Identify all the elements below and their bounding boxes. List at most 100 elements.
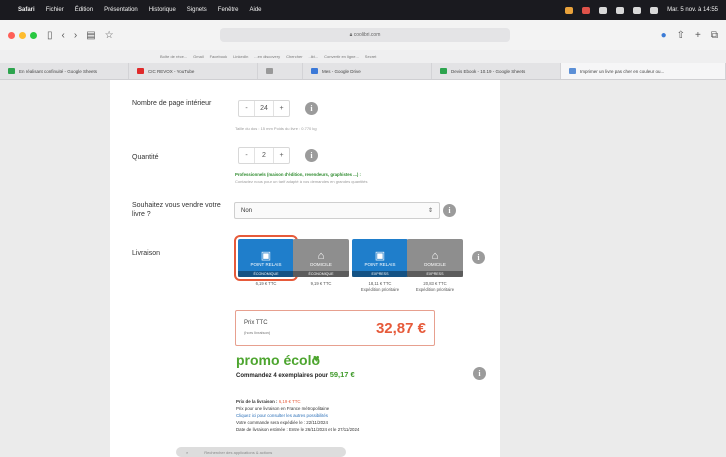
leaf-icon: ♥ (313, 353, 320, 365)
quantity-info-icon[interactable]: i (305, 149, 318, 162)
menu-aide[interactable]: Aide (249, 7, 261, 13)
pages-label: Nombre de page intérieur (132, 100, 212, 107)
menu-presentation[interactable]: Présentation (104, 7, 138, 13)
option-strip: EXPRESS (352, 271, 408, 277)
page-viewport: Nombre de page intérieur - 24 + i Taille… (0, 80, 726, 457)
favorite-link[interactable]: ...en discovery (254, 54, 280, 59)
ship-date: Votre commande sera expédiée le : 22/11/… (236, 420, 328, 425)
price-value: 32,87 € (375, 320, 426, 337)
pages-decrement-button[interactable]: - (239, 105, 254, 112)
favorite-link[interactable]: Facebook (210, 54, 228, 59)
favorite-link[interactable]: Gmail (193, 54, 203, 59)
wifi-icon[interactable] (633, 6, 642, 14)
sell-book-label: Souhaitez vous vendre votre livre ? (132, 202, 221, 218)
delivery-option-home-express[interactable]: ⌂ DOMICILE EXPRESS (407, 239, 463, 277)
delivery-price-value: 6,19 € TTC (278, 399, 301, 404)
promo-offer-amount: 59,17 € (329, 370, 355, 379)
battery-icon[interactable] (616, 6, 625, 14)
drive-icon (311, 68, 318, 74)
sheets-icon (440, 68, 447, 74)
select-arrows-icon: ⇕ (427, 208, 433, 214)
option-note: Expédition prioritaire (360, 287, 400, 292)
new-tab-icon[interactable]: + (695, 30, 701, 41)
window-controls (8, 31, 37, 39)
bookmark-star-icon[interactable]: ☆ (105, 30, 114, 41)
promo-offer: Commandez 4 exemplaires pour 59,17 € (236, 370, 355, 379)
favorite-link[interactable]: Chercher (286, 54, 302, 59)
quantity-increment-button[interactable]: + (274, 152, 289, 159)
option-strip: ÉCONOMIQUE (238, 271, 294, 277)
menu-fichier[interactable]: Fichier (46, 7, 64, 13)
sidebar-icon[interactable]: ▯ (47, 30, 53, 41)
browser-tab[interactable]: CIC REVOX - YouTube (129, 63, 258, 79)
delivery-option-relay-express[interactable]: ▣ POINT RELAIS EXPRESS (352, 239, 408, 277)
promo-info-icon[interactable]: i (473, 367, 486, 380)
pages-hint: Taille du dos : 15 mm Poids du livre : 0… (235, 126, 317, 131)
menu-historique[interactable]: Historique (149, 7, 176, 13)
option-price: 9,19 € TTC (310, 281, 332, 286)
browser-tab[interactable]: Mes - Google Drive (303, 63, 432, 79)
app-status-icon[interactable] (565, 6, 574, 14)
option-note: Expédition prioritaire (415, 287, 455, 292)
youtube-icon (137, 68, 144, 74)
lock-icon: 🔒︎ (349, 32, 353, 38)
record-status-icon[interactable] (582, 6, 591, 14)
favorite-link[interactable]: Convertir en ligne... (324, 54, 359, 59)
tab-bar: En réalisant confinuité - Google Sheets … (0, 63, 726, 80)
display-icon[interactable] (599, 6, 608, 14)
search-hint-bar[interactable]: ⌕ Rechercher des applications & actions (176, 447, 346, 457)
extension-icon[interactable]: ● (661, 30, 667, 41)
menu-safari[interactable]: Safari (18, 7, 35, 13)
pages-input[interactable]: 24 (254, 101, 274, 116)
tab-overview-icon[interactable]: ⧉ (711, 30, 718, 41)
tab-label: Imprimer un livre pas cher en couleur ou… (580, 68, 665, 74)
minimize-window-button[interactable] (19, 31, 26, 39)
share-icon[interactable]: ⇧ (677, 30, 685, 41)
promo-ecolo-logo: promo écolo (236, 352, 321, 368)
reader-icon[interactable]: ▤ (86, 30, 95, 41)
quantity-hint: Contactez nous pour un tarif adapté à vo… (235, 179, 368, 184)
control-center-icon[interactable] (650, 6, 659, 14)
close-window-button[interactable] (8, 31, 15, 39)
favorite-link[interactable]: Secret (365, 54, 377, 59)
favorite-link[interactable]: Boîte de réce... (160, 54, 187, 59)
option-price: 20,83 € TTC (423, 281, 447, 286)
delivery-info-icon[interactable]: i (472, 251, 485, 264)
quantity-input[interactable]: 2 (254, 148, 274, 163)
other-options-link[interactable]: Cliquez ici pour consulter les autres po… (236, 412, 359, 419)
menu-signets[interactable]: Signets (187, 7, 207, 13)
favorite-link[interactable]: LinkedIn (233, 54, 248, 59)
delivery-option-relay-eco[interactable]: ▣ POINT RELAIS ÉCONOMIQUE (234, 235, 298, 281)
delivery-option-home-eco[interactable]: ⌂ DOMICILE ÉCONOMIQUE (293, 239, 349, 277)
browser-tab-active[interactable]: Imprimer un livre pas cher en couleur ou… (561, 63, 726, 79)
favorite-link[interactable]: ..ikt... (309, 54, 319, 59)
maximize-window-button[interactable] (30, 31, 37, 39)
address-bar[interactable]: 🔒︎ coolibri.com (220, 28, 510, 42)
browser-tab[interactable]: Devis Ebook - 10.19 - Google Sheets (432, 63, 561, 79)
delivery-region: Prix pour une livraison en France métrop… (236, 406, 330, 411)
pages-info-icon[interactable]: i (305, 102, 318, 115)
quantity-label: Quantité (132, 154, 159, 161)
favorites-bar: Boîte de réce... Gmail Facebook LinkedIn… (0, 50, 726, 63)
menubar-clock[interactable]: Mar. 5 nov. à 14:55 (667, 7, 718, 13)
quantity-decrement-button[interactable]: - (239, 152, 254, 159)
menu-edition[interactable]: Édition (75, 7, 93, 13)
forward-icon[interactable]: › (74, 30, 77, 41)
browser-tab[interactable]: En réalisant confinuité - Google Sheets (0, 63, 129, 79)
pro-hint: Professionnels (maison d'édition, revend… (235, 172, 361, 177)
menu-fenetre[interactable]: Fenêtre (218, 7, 239, 13)
pages-increment-button[interactable]: + (274, 105, 289, 112)
house-icon: ⌂ (431, 249, 439, 262)
promo-offer-text: Commandez 4 exemplaires pour (236, 373, 329, 379)
tab-label: CIC REVOX - YouTube (148, 68, 195, 74)
price-box: Prix TTC (hors livraison) 32,87 € (235, 310, 435, 346)
house-icon: ⌂ (317, 249, 325, 262)
pages-stepper: - 24 + (238, 100, 290, 117)
delivery-label: Livraison (132, 250, 161, 257)
tab-label: En réalisant confinuité - Google Sheets (19, 68, 98, 74)
browser-tab[interactable] (258, 63, 303, 79)
back-icon[interactable]: ‹ (62, 30, 65, 41)
sell-book-select[interactable]: Non ⇕ (234, 202, 440, 219)
sell-book-info-icon[interactable]: i (443, 204, 456, 217)
coolibri-icon (569, 68, 576, 74)
